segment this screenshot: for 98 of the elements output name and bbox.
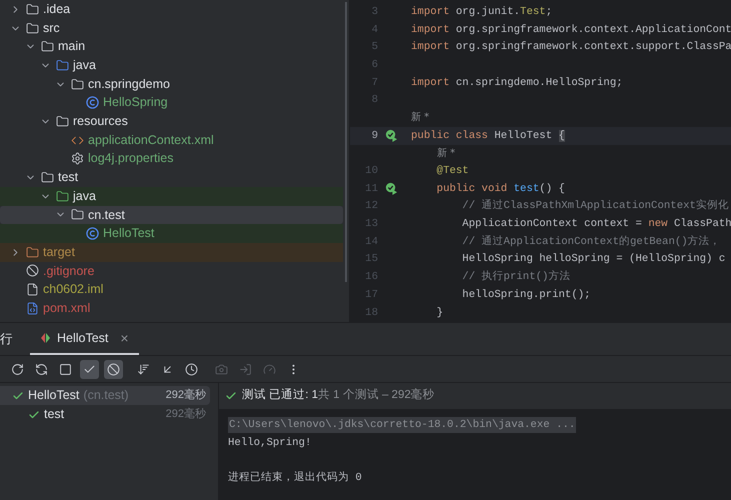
tree-item[interactable]: HelloTest xyxy=(0,224,343,243)
ban-icon xyxy=(107,362,120,376)
rerun-icon xyxy=(11,362,24,376)
line-number: 9 xyxy=(370,128,378,144)
tree-item-label: java xyxy=(73,188,96,205)
code-line: public class HelloTest { xyxy=(411,128,565,144)
tab-label: HelloTest xyxy=(57,330,108,347)
tree-item[interactable]: applicationContext.xml xyxy=(0,130,343,150)
package-icon xyxy=(71,208,84,222)
close-button[interactable]: × xyxy=(120,328,129,348)
test-status: 测试 已通过: 1 xyxy=(242,388,318,404)
tree-item-label: .idea xyxy=(43,0,70,18)
tree-item[interactable]: src xyxy=(0,18,343,38)
check-icon xyxy=(12,390,24,402)
test-tree-row[interactable]: test 292毫秒 xyxy=(0,405,210,424)
console-exit-message: 进程已结束，退出代码为 0 xyxy=(228,470,362,486)
tree-item[interactable]: cn.springdemo xyxy=(0,74,343,94)
tree-item-label: applicationContext.xml xyxy=(88,132,214,149)
test-duration: 292毫秒 xyxy=(166,406,206,422)
code-line: // 执行print()方法 xyxy=(461,269,570,286)
class-icon xyxy=(86,227,99,240)
code-line: HelloSpring helloSpring = (HelloSpring) c xyxy=(461,252,726,268)
code-line: public void test() { xyxy=(436,182,565,197)
sort-icon xyxy=(137,362,150,376)
ban-icon xyxy=(26,264,39,278)
tree-item[interactable]: ch0602.iml xyxy=(0,280,343,299)
file-icon xyxy=(26,302,39,315)
tree-item-label: HelloSpring xyxy=(103,94,168,112)
test-passed-icon[interactable] xyxy=(385,129,398,142)
tree-item[interactable]: java xyxy=(0,56,343,75)
tree-item-label: .gitignore xyxy=(43,262,94,280)
tree-item-label: java xyxy=(73,57,96,74)
code-line: // 通过ApplicationContext的getBean()方法， xyxy=(461,234,721,250)
tree-item[interactable]: test xyxy=(0,168,343,187)
folder-icon xyxy=(41,40,54,54)
code-line: helloSpring.print(); xyxy=(461,288,591,303)
tree-item-label: log4j.properties xyxy=(88,150,174,168)
toolbar-button[interactable] xyxy=(104,360,123,378)
tree-item[interactable]: HelloSpring xyxy=(0,93,343,112)
author-hint: 新 * xyxy=(411,110,430,126)
test-duration: 292毫秒 xyxy=(166,388,206,404)
code-line: ApplicationContext context = new ClassPath xyxy=(461,217,731,232)
code-line: import org.springframework.context.ApplicationCont xyxy=(411,22,731,38)
code-line: import org.junit.Test; xyxy=(411,4,552,20)
tree-item[interactable]: target xyxy=(0,242,343,262)
folder-icon xyxy=(26,246,39,259)
code-line: import org.springframework.context.support.ClassPa xyxy=(411,40,731,56)
camera-icon xyxy=(215,362,228,376)
tree-item[interactable]: main xyxy=(0,37,343,56)
clock-icon xyxy=(185,362,198,376)
folder-icon xyxy=(56,114,69,128)
code-line: import cn.springdemo.HelloSpring; xyxy=(411,76,623,91)
author-hint: 新 * xyxy=(437,146,456,161)
gauge-icon xyxy=(263,362,276,376)
refresh-icon xyxy=(35,362,48,376)
tree-item[interactable]: log4j.properties xyxy=(0,150,343,168)
tree-item-label: target xyxy=(43,244,75,261)
tree-item-label: resources xyxy=(73,113,128,130)
tree-item[interactable]: .idea xyxy=(0,0,343,19)
test-icon xyxy=(40,332,51,344)
tree-item-label: HelloTest xyxy=(103,225,154,242)
test-tree-row[interactable]: HelloTest (cn.test) 292毫秒 xyxy=(0,386,210,405)
folder-icon xyxy=(41,171,54,184)
class-icon xyxy=(86,96,99,110)
tree-item[interactable]: cn.test xyxy=(0,206,343,224)
check-icon xyxy=(28,408,40,420)
code-line: } xyxy=(436,306,444,320)
stop-icon xyxy=(59,362,72,376)
tree-item[interactable]: java xyxy=(0,186,343,206)
folder-icon xyxy=(56,58,69,72)
code-line: // 通过ClassPathXmlApplicationContext实例化 xyxy=(461,198,729,214)
tree-item-label: cn.springdemo xyxy=(88,76,170,93)
package-icon xyxy=(71,78,84,91)
folder-icon xyxy=(56,190,69,203)
folder-icon xyxy=(26,22,39,35)
test-passed-icon[interactable] xyxy=(385,182,398,196)
run-tab[interactable]: HelloTest × xyxy=(30,323,139,355)
gear-icon xyxy=(71,152,84,166)
tool-window-title: 行 xyxy=(0,330,14,348)
tree-item-label: pom.xml xyxy=(43,300,90,317)
tree-item-label: test xyxy=(58,169,78,186)
test-name: HelloTest xyxy=(28,387,80,404)
console-output: Hello,Spring! xyxy=(228,436,312,451)
tree-item-label: main xyxy=(58,38,86,56)
scrollbar[interactable] xyxy=(343,0,350,322)
export-icon xyxy=(239,362,252,376)
tree-item[interactable]: resources xyxy=(0,112,343,131)
test-summary: 共 1 个测试 – 292毫秒 xyxy=(318,387,435,404)
toolbar-button[interactable] xyxy=(80,360,99,378)
test-name: test xyxy=(44,406,64,424)
test-package: (cn.test) xyxy=(83,387,129,404)
console-command: C:\Users\lenovo\.jdks\corretto-18.0.2\bin\java.exe ... xyxy=(228,416,576,434)
file-icon xyxy=(26,283,39,296)
tree-item-label: src xyxy=(43,20,60,37)
tree-item-label: ch0602.iml xyxy=(43,281,104,298)
folder-icon xyxy=(26,2,39,16)
code-line: @Test xyxy=(436,164,469,179)
tree-item-label: cn.test xyxy=(88,206,125,224)
